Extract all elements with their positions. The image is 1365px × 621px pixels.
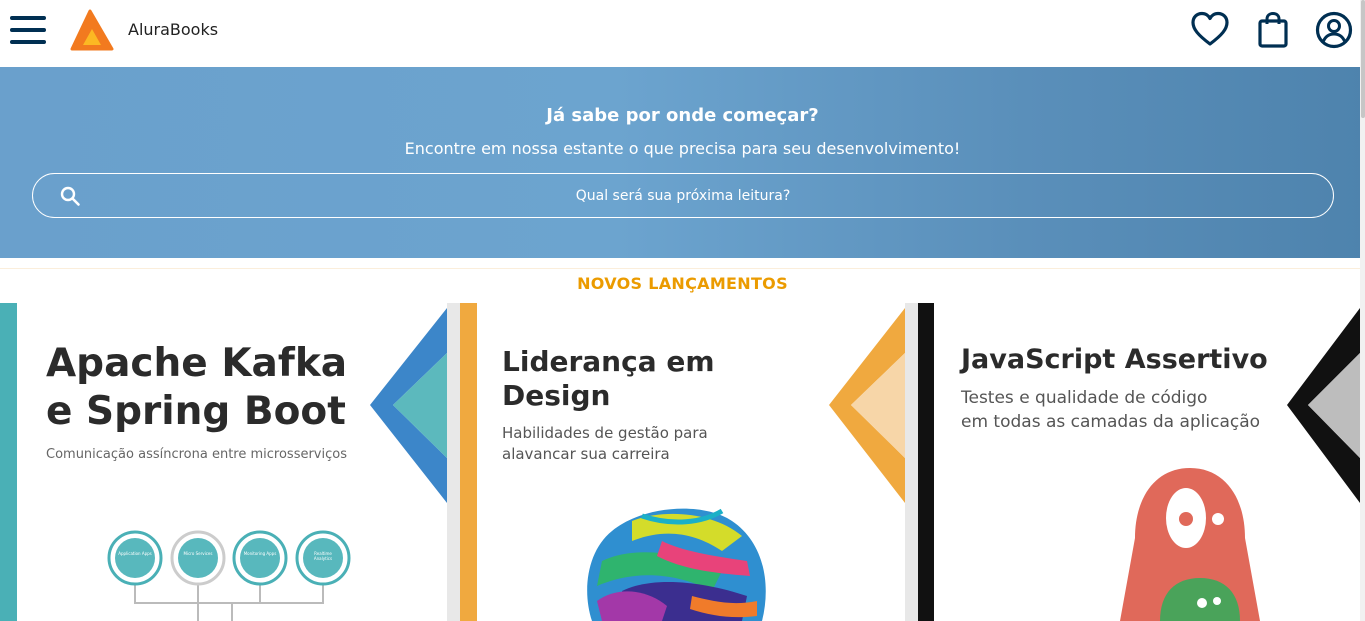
banner-title: Já sabe por onde começar? [546, 105, 819, 126]
book-spine-edge [905, 303, 918, 621]
book-card-lideranca-em-design[interactable]: Liderança em Design Habilidades de gestã… [447, 303, 905, 621]
book-subtitle-line1: Testes e qualidade de código [961, 388, 1208, 408]
book-title-line1: Liderança em [502, 345, 715, 378]
book-spine-stripe [460, 303, 477, 621]
user-account-icon[interactable] [1314, 10, 1354, 50]
book-spine-stripe [918, 303, 934, 621]
book-subtitle-line1: Habilidades de gestão para [502, 424, 708, 442]
book-card-javascript-assertivo[interactable]: JavaScript Assertivo Testes e qualidade … [905, 303, 1360, 621]
chevron-decoration-icon [829, 308, 905, 503]
shopping-bag-icon[interactable] [1253, 10, 1293, 50]
microservices-diagram-icon [107, 530, 351, 621]
diagram-badge-label: Realtime Analytics [313, 551, 333, 561]
ghost-mascot-icon [1120, 468, 1260, 621]
book-card-apache-kafka[interactable]: Apache Kafka e Spring Boot Comunicação a… [0, 303, 447, 621]
book-title-line2: e Spring Boot [46, 389, 346, 434]
book-title: JavaScript Assertivo [961, 344, 1268, 375]
banner-subtitle: Encontre em nossa estante o que precisa … [404, 139, 961, 158]
diagram-badge-label: Application Apps [118, 551, 152, 556]
heart-favorites-icon[interactable] [1190, 10, 1230, 50]
book-subtitle: Comunicação assíncrona entre microsservi… [46, 447, 347, 462]
diagram-badge-label: Micro Services [183, 551, 213, 556]
book-subtitle-line2: alavancar sua carreira [502, 445, 670, 463]
book-subtitle-line2: em todas as camadas da aplicação [961, 412, 1261, 432]
chevron-decoration-icon [1287, 308, 1360, 503]
search-input[interactable] [93, 174, 1273, 217]
search-icon[interactable] [59, 185, 81, 207]
alurabooks-logo-icon[interactable] [70, 9, 114, 51]
diagram-badge-label: Monitoring Apps [243, 551, 277, 556]
book-spine-stripe [0, 303, 17, 621]
book-title-line2: Design [502, 379, 611, 412]
hamburger-menu-icon[interactable] [10, 16, 46, 44]
chevron-decoration-icon [370, 308, 447, 503]
search-banner: Já sabe por onde começar? Encontre em no… [0, 67, 1365, 258]
brand-name[interactable]: AluraBooks [128, 20, 218, 39]
section-divider [0, 268, 1360, 269]
scrollbar-thumb[interactable] [1361, 0, 1365, 118]
new-releases-title: NOVOS LANÇAMENTOS [577, 274, 788, 293]
search-box[interactable] [32, 173, 1334, 218]
page-scrollbar[interactable] [1360, 0, 1365, 621]
colorful-brush-art-icon [587, 508, 766, 621]
book-spine-edge [447, 303, 460, 621]
book-title-line1: Apache Kafka [46, 341, 348, 386]
top-header: AluraBooks [0, 0, 1365, 67]
